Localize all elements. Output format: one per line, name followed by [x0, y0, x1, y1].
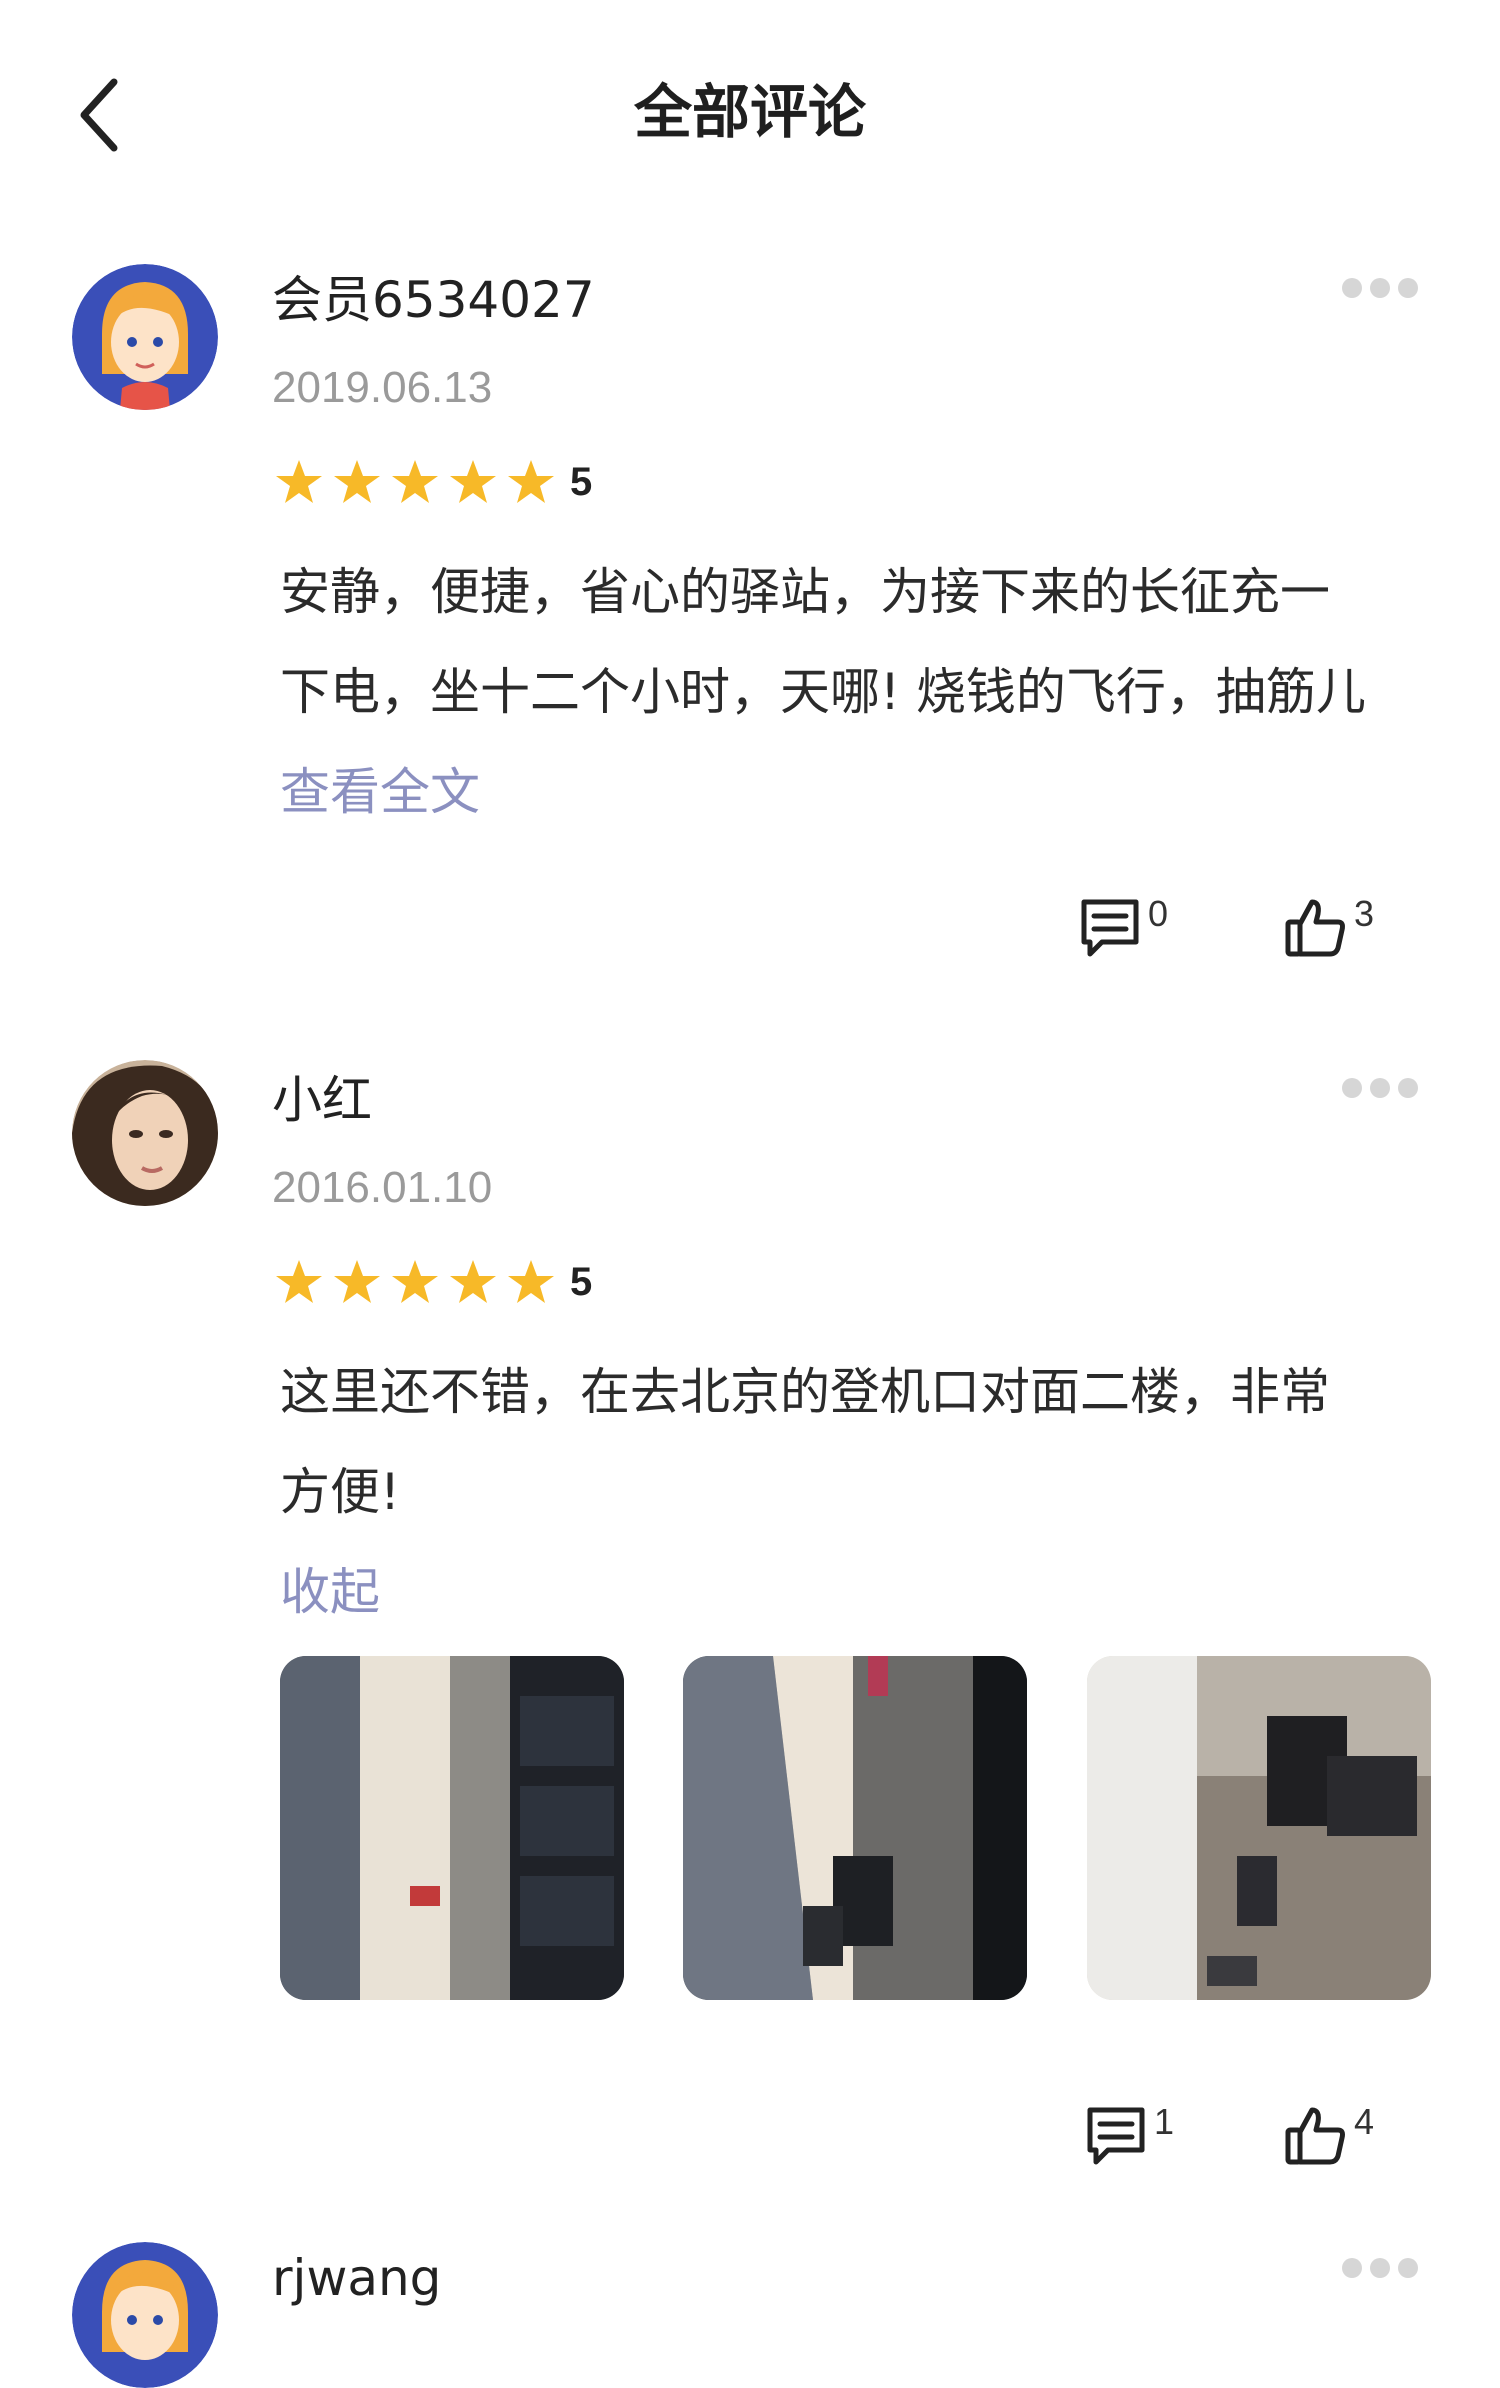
review-photo[interactable] — [280, 1656, 624, 2000]
star-icon — [392, 1260, 438, 1303]
rating-value: 5 — [570, 459, 593, 504]
avatar[interactable] — [72, 1060, 218, 1206]
photo-thumbnail — [280, 1656, 624, 2000]
star-icon — [334, 1260, 380, 1303]
rating-value: 5 — [570, 1259, 593, 1304]
more-button[interactable] — [1342, 266, 1422, 306]
review-photo[interactable] — [1087, 1656, 1431, 2000]
review-text-line: 下电，坐十二个小时，天哪! 烧钱的飞行，抽筋儿 — [280, 663, 1366, 721]
review-text-line: 安静，便捷，省心的驿站，为接下来的长征充一 — [280, 563, 1330, 621]
review-date: 2016.01.10 — [272, 1163, 493, 1212]
star-icon — [334, 460, 380, 503]
comment-count: 1 — [1154, 2101, 1175, 2142]
like-button[interactable]: 4 — [1284, 2104, 1374, 2174]
cartoon-avatar-icon — [72, 264, 218, 410]
review-text-line: 方便! — [280, 1463, 401, 1521]
photo-thumbnail — [683, 1656, 1027, 2000]
star-rating: 5 — [274, 1252, 592, 1312]
avatar[interactable] — [72, 2242, 218, 2388]
star-rating: 5 — [274, 452, 592, 512]
star-icon — [276, 1260, 322, 1303]
comment-button[interactable]: 0 — [1078, 896, 1168, 966]
cartoon-avatar-icon — [72, 2242, 218, 2388]
username: rjwang — [272, 2249, 442, 2307]
review-photo[interactable] — [683, 1656, 1027, 2000]
like-button[interactable]: 3 — [1284, 896, 1374, 966]
like-count: 4 — [1354, 2101, 1375, 2142]
thumbs-up-icon — [1285, 2107, 1345, 2165]
photo-thumbnail — [1087, 1656, 1431, 2000]
avatar[interactable] — [72, 264, 218, 410]
star-icon — [508, 460, 554, 503]
star-icon — [450, 1260, 496, 1303]
star-icon — [392, 460, 438, 503]
comment-count: 0 — [1148, 893, 1169, 934]
like-count: 3 — [1354, 893, 1375, 934]
comment-button[interactable]: 1 — [1084, 2104, 1174, 2174]
username: 小红 — [272, 1071, 372, 1129]
star-icon — [508, 1260, 554, 1303]
thumbs-up-icon — [1285, 899, 1345, 957]
star-icon — [450, 460, 496, 503]
review-date: 2019.06.13 — [272, 363, 493, 412]
collapse-link[interactable]: 收起 — [280, 1560, 380, 1624]
view-full-text-link[interactable]: 查看全文 — [280, 760, 480, 824]
more-button[interactable] — [1342, 2246, 1422, 2286]
star-icon — [276, 460, 322, 503]
more-button[interactable] — [1342, 1066, 1422, 1106]
comment-icon — [1081, 899, 1139, 957]
page-title: 全部评论 — [633, 78, 866, 146]
review-text-line: 这里还不错，在去北京的登机口对面二楼，非常 — [280, 1363, 1330, 1421]
user-photo-avatar-icon — [72, 1060, 218, 1206]
username: 会员6534027 — [272, 271, 595, 329]
comment-icon — [1087, 2107, 1145, 2165]
